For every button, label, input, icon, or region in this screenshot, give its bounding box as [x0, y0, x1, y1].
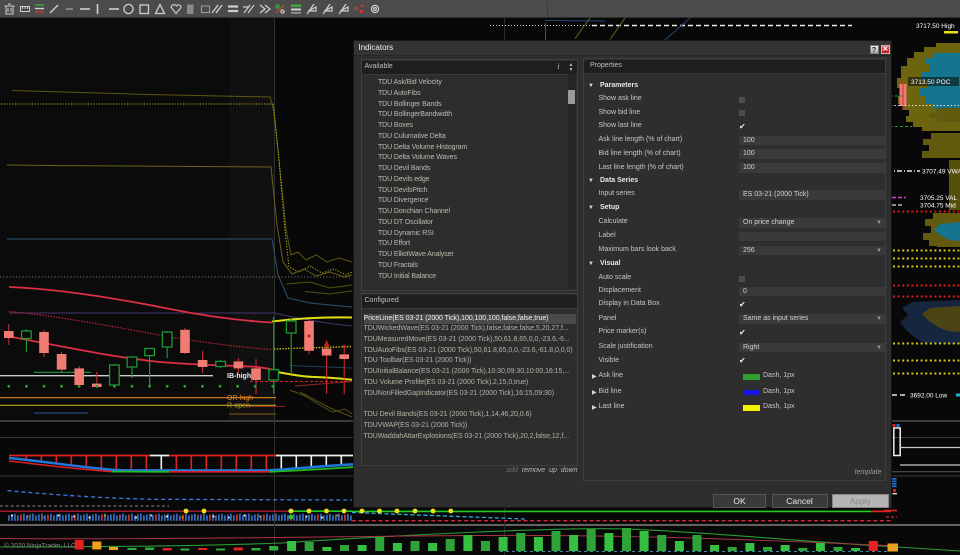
svg-text:3713.50 POC: 3713.50 POC	[911, 79, 951, 86]
svg-text:3707.49 VWAP: 3707.49 VWAP	[922, 169, 960, 176]
svg-text:3704.75 Mid: 3704.75 Mid	[920, 203, 956, 210]
svg-text:3692.00 Low: 3692.00 Low	[910, 393, 948, 400]
svg-text:R-open: R-open	[227, 402, 250, 409]
svg-text:© 2020 NinjaTrader, LLC: © 2020 NinjaTrader, LLC	[4, 542, 76, 550]
svg-text:3717.50 High: 3717.50 High	[916, 23, 955, 30]
svg-text:OR-high: OR-high	[227, 395, 253, 402]
svg-text:IB-high: IB-high	[227, 373, 251, 380]
svg-text:3705.25 VAL: 3705.25 VAL	[920, 195, 957, 202]
